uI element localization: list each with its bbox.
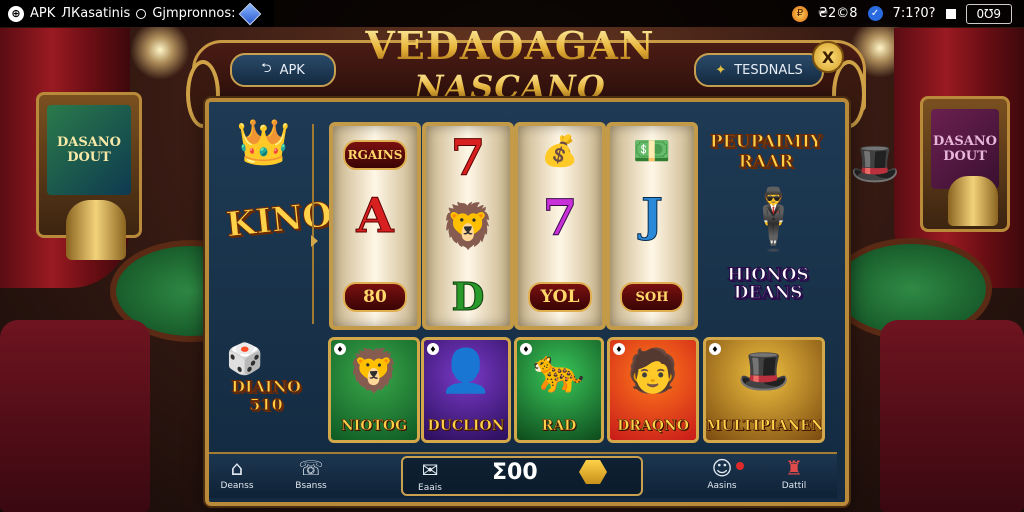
game-card[interactable]: ♦ 👤 DUCLION — [421, 337, 511, 443]
dealer-figure-icon: 🎩 — [850, 141, 900, 187]
diamond-icon — [238, 2, 261, 25]
nav-profile[interactable]: ☺ Aasins — [690, 455, 754, 491]
status-text-1: ЛКasatinis — [61, 6, 131, 21]
reel-symbol: SOH — [620, 282, 684, 312]
nav-mail-label: Eaais — [418, 483, 442, 493]
reel-symbol: 7 — [450, 128, 486, 188]
cash-stack-icon: 💰 — [541, 134, 579, 169]
dice-icon: 🎲 — [226, 342, 264, 377]
reel-symbol: YOL — [528, 282, 592, 312]
game-card-title: DUCLION — [427, 418, 505, 435]
reel-3[interactable]: 💰 7 YOL — [514, 122, 606, 330]
shield-icon[interactable]: ✓ — [867, 6, 883, 21]
hat-man-icon: 🎩 — [737, 346, 791, 395]
apk-button-label: APK — [279, 62, 305, 78]
armchair — [880, 320, 1024, 512]
nav-last[interactable]: ♜ Dattil — [762, 455, 826, 491]
man-icon: 👤 — [439, 346, 493, 395]
gems-value: 7:1?0? — [892, 6, 936, 21]
reel-symbol: D — [451, 274, 485, 320]
home-icon: ⌂ — [230, 456, 244, 480]
reel-2[interactable]: 7 🦁 D — [422, 122, 514, 330]
settings-button[interactable]: ✦ TESDNALS — [694, 53, 824, 87]
armchair — [0, 320, 150, 512]
game-card[interactable]: ♦ 🦁 NIOTOG — [328, 337, 420, 443]
status-bar-right: ₽ ₴2©8 ✓ 7:1?0? 0Ʊ9 — [791, 3, 1024, 24]
game-card[interactable]: ♦ 🐆 RAD — [514, 337, 604, 443]
ceiling-lamp — [130, 20, 190, 80]
trophy-icon — [948, 176, 998, 226]
title-line-1: VEDAOAGAN — [360, 24, 660, 68]
reel-symbol: 7 — [542, 188, 578, 248]
coin-icon[interactable]: ₽ — [791, 5, 808, 22]
trophy-icon — [66, 200, 126, 260]
gangster-character-icon: 🕴 — [736, 185, 811, 255]
star-icon: ✦ — [715, 62, 727, 78]
close-button[interactable]: X — [812, 41, 844, 73]
reel-symbol: A — [356, 188, 394, 245]
status-bar-left: ⊕ APK ЛКasatinis Gjmpronnos: — [0, 0, 274, 27]
app-logo-icon: ⊕ — [8, 5, 24, 22]
game-card-title: RAD — [541, 418, 577, 435]
game-card-title: MULTIPIANEN — [706, 418, 824, 435]
nav-home[interactable]: ⌂ Deanss — [205, 455, 269, 491]
money-icon: 💵 — [633, 134, 671, 169]
circle-icon — [136, 8, 147, 19]
right-bottom-label: HIONOS DEANS — [727, 265, 809, 303]
game-card-title: DRAQNO — [617, 418, 689, 435]
reel-symbol: 80 — [343, 282, 407, 312]
right-top-label: PEUPAIMIY RAAR — [709, 132, 823, 173]
portrait-icon: 🧑 — [626, 346, 680, 395]
game-card[interactable]: ♦ 🎩 MULTIPIANEN — [703, 337, 825, 443]
app-label: APK — [30, 6, 56, 21]
nav-phone-label: Bsanss — [295, 481, 327, 491]
reel-symbol: RGAINS — [343, 140, 407, 170]
nav-home-label: Deanss — [220, 481, 254, 491]
mail-icon: ✉ — [421, 458, 439, 482]
phone-icon: ☏ — [298, 456, 324, 480]
crest-icon: ♜ — [785, 456, 803, 480]
reel-4[interactable]: 💵 J SOH — [606, 122, 698, 330]
nav-profile-label: Aasins — [707, 481, 737, 491]
reel-1[interactable]: RGAINS A 80 — [329, 122, 421, 330]
back-arrow-icon: ⮌ — [261, 61, 272, 76]
arrow-icon — [311, 235, 318, 247]
lion-icon: 🦁 — [440, 201, 496, 252]
apk-button[interactable]: ⮌ APK — [230, 53, 336, 87]
game-card[interactable]: ♦ 🧑 DRAQNO — [607, 337, 699, 443]
background-machine-screen: DASANO DOUT — [47, 105, 131, 195]
status-text-2: Gjmpronnos: — [152, 6, 236, 21]
balance-value: Ʃ00 — [492, 460, 538, 485]
reel-symbol: J — [641, 188, 664, 243]
square-icon — [945, 8, 956, 19]
game-card-title: NIOTOG — [340, 418, 408, 435]
panther-icon: 🐆 — [532, 346, 586, 395]
lion-icon: 🦁 — [347, 346, 401, 395]
diaino-label: DIAINO 510 — [231, 377, 302, 414]
nav-phone[interactable]: ☏ Bsanss — [279, 455, 343, 491]
profile-icon: ☺ — [711, 456, 733, 480]
coins-value: ₴2©8 — [817, 6, 858, 21]
settings-button-label: TESDNALS — [734, 62, 803, 78]
left-character-icon: 👑 — [236, 117, 291, 168]
divider-line — [312, 124, 314, 324]
nav-mail[interactable]: ✉ Eaais — [398, 457, 462, 493]
status-pill-button[interactable]: 0Ʊ9 — [965, 3, 1012, 24]
nav-last-label: Dattil — [781, 481, 807, 491]
notification-badge — [736, 462, 744, 470]
